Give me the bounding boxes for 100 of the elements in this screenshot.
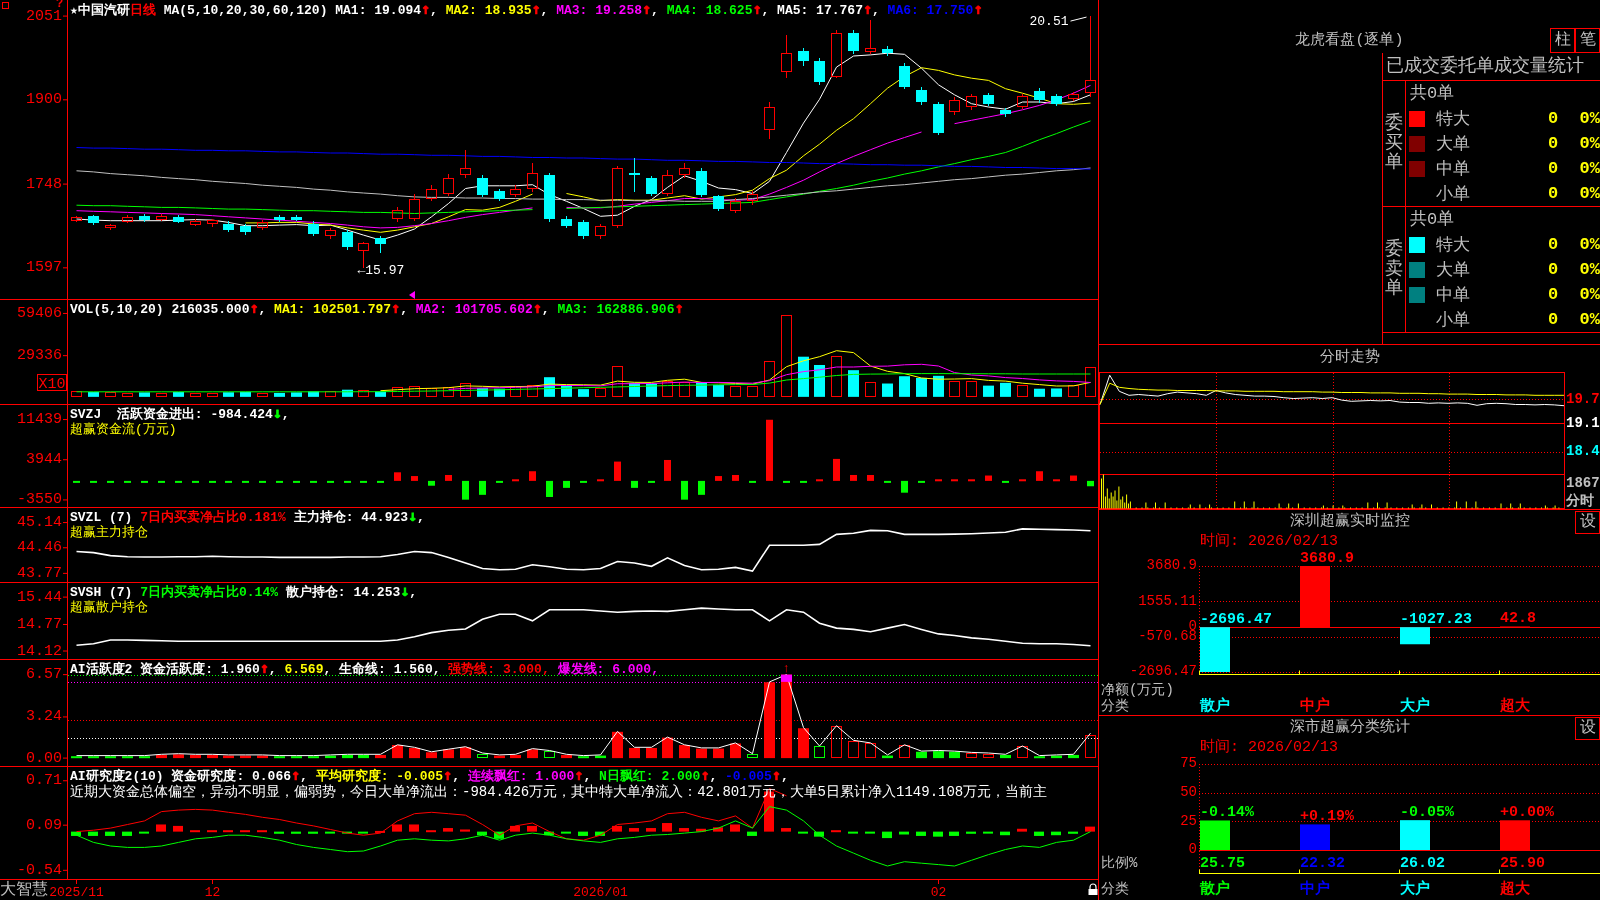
trend-arrow: ↑ (973, 2, 983, 17)
share-cell: 0% (1579, 134, 1600, 153)
trend-arrow: ↑ (249, 301, 259, 316)
value-label: 25.75 (1200, 854, 1245, 872)
indicator-title: 超赢资金流(万元) (70, 422, 177, 437)
axis-label: 45.14 (17, 514, 62, 532)
category-label: 散户 (1200, 698, 1230, 715)
legend-text: -0.005 (725, 769, 772, 784)
legend-text: , (780, 769, 789, 784)
axis-label: -0.54 (17, 861, 62, 879)
trend-arrow: ↑ (391, 301, 401, 316)
count-cell: 0 (1547, 285, 1559, 304)
axis-label: 11439 (17, 411, 62, 429)
axis-label: 59406 (17, 304, 62, 322)
legend-text: 7日内买卖净占比0.181% (140, 510, 286, 525)
axis-label: 14.77 (17, 615, 62, 633)
change-label: +0.19% (1300, 808, 1354, 826)
legend-text: , (540, 3, 550, 18)
axis-label: 1597 (26, 259, 62, 277)
row-label: 小单 (1436, 184, 1470, 205)
axis-label: 3.24 (26, 708, 62, 726)
legend-text: , (400, 302, 409, 317)
change-label: -0.05% (1400, 804, 1454, 822)
count-cell: 0 (1547, 109, 1559, 128)
trend-arrow: ↑ (771, 768, 781, 783)
axis-label: 50 (1180, 783, 1197, 800)
brand-name: 大智慧 (0, 880, 48, 900)
unit-label: X10 (37, 374, 67, 393)
legend-text: , MA5: 17.767 (761, 3, 863, 18)
legend-text: MA3: 162886.906 (557, 302, 675, 317)
legend-text: N日飘红: 2.000 (599, 769, 701, 784)
trend-arrow: ↑ (291, 768, 301, 783)
axis-title: 净额(万元) (1101, 682, 1174, 698)
value-label: 42.8 (1500, 610, 1536, 628)
legend-text: MA3: 19.258 (556, 3, 642, 18)
axis-label: 19.7 (1566, 390, 1600, 407)
stock-name: 中国汽研 (77, 3, 130, 18)
count-cell: 0 (1547, 184, 1559, 203)
change-label: +0.00% (1500, 804, 1554, 822)
category-label: 大户 (1400, 698, 1430, 715)
star-icon: ★ (70, 3, 78, 18)
legend-text: VOL(5,10,20) 216035.000 (70, 302, 250, 317)
share-cell: 0% (1579, 159, 1600, 178)
legend-text: , (452, 769, 461, 784)
trend-arrow: ↑ (259, 661, 269, 676)
axis-label: 0.09 (26, 816, 62, 834)
volume-label: 1867 (1566, 475, 1600, 491)
value-label: -2696.47 (1200, 611, 1272, 629)
legend-text: , (583, 769, 593, 784)
indicator-title: 超赢主力持仓 (70, 525, 148, 540)
category-label: 大户 (1400, 881, 1430, 898)
legend-text: , (430, 3, 439, 18)
trend-arrow: ↑ (674, 301, 684, 316)
axis-label: 3680.9 (1146, 557, 1197, 574)
legend-text: AI活跃度2 资金活跃度: 1.960 (70, 662, 260, 677)
count-cell: 0 (1547, 235, 1559, 254)
panel-title: 龙虎看盘(逐单) (1295, 30, 1404, 51)
axis-label: 18.4 (1566, 442, 1600, 459)
row-label: 特大 (1436, 109, 1470, 130)
legend-text: , (300, 769, 309, 784)
trend-arrow: ↑ (642, 2, 652, 17)
trend-arrow: ↑ (752, 2, 762, 17)
axis-title: 分类 (1101, 881, 1129, 897)
legend-text: 散户持仓: 14.253 (284, 585, 401, 600)
category-label: 超大 (1500, 881, 1530, 898)
row-label: 大单 (1436, 260, 1470, 281)
axis-label: 0.71 (26, 772, 62, 790)
legend-text: , (651, 3, 660, 18)
period-label: 日线 (129, 3, 156, 18)
trend-arrow: ↑ (574, 768, 584, 783)
total-label: 共0单 (1410, 83, 1455, 105)
legend-text: , (281, 407, 290, 422)
change-label: -0.14% (1200, 804, 1254, 822)
share-cell: 0% (1579, 235, 1600, 254)
panel-title: 深圳超赢实时监控 (1289, 511, 1410, 532)
legend-text: , (417, 510, 425, 525)
legend-text: , 生命线: 1.560, (323, 662, 442, 677)
price-label: 20.51 (1029, 14, 1069, 30)
legend-text: MA1: 102501.797 (274, 302, 392, 317)
axis-label: 14.12 (17, 642, 62, 660)
trend-arrow: ↑ (531, 2, 541, 17)
legend-text: MA6: 17.750 (887, 3, 974, 18)
trend-arrow: ↓ (400, 584, 410, 599)
category-label: 中户 (1300, 881, 1330, 898)
trend-arrow: ↑ (421, 2, 431, 17)
value-label: -1027.23 (1400, 611, 1472, 629)
table-title: 已成交委托单成交量统计 (1386, 54, 1584, 78)
legend-text: 强势线: 3.000, (448, 662, 551, 677)
axis-label: 43.77 (17, 564, 62, 582)
date-label: 2026/01 (573, 885, 628, 900)
trend-arrow: ↓ (272, 406, 282, 421)
axis-label: 75 (1180, 756, 1197, 772)
category-label: 超大 (1500, 698, 1530, 715)
row-label: 中单 (1436, 285, 1470, 306)
axis-label: 19.1 (1566, 414, 1600, 431)
share-cell: 0% (1579, 184, 1600, 203)
legend-text: , (258, 302, 268, 317)
row-label: 大单 (1436, 134, 1470, 155)
axis-label: -3550 (17, 491, 62, 508)
trend-arrow: ↑ (700, 768, 710, 783)
